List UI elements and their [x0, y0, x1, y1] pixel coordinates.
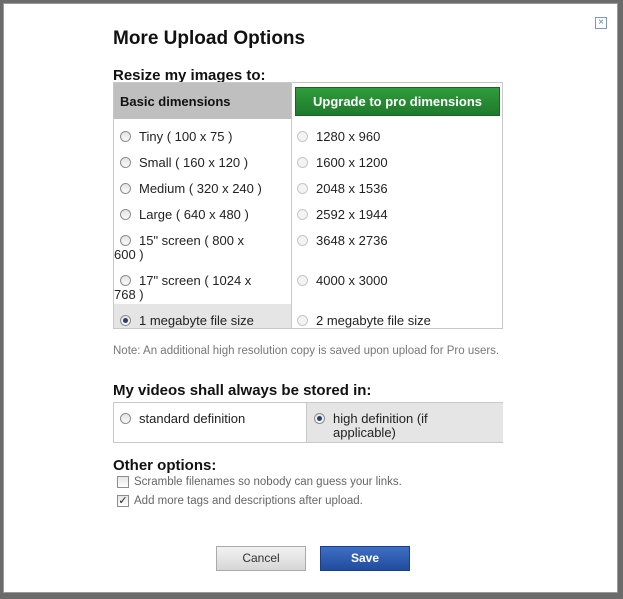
video-heading: My videos shall always be stored in:: [113, 382, 372, 399]
radio-standard-definition[interactable]: [120, 413, 131, 424]
tags-checkbox[interactable]: ✓: [117, 495, 129, 507]
option-label: 2 megabyte file size: [316, 313, 431, 328]
radio-small[interactable]: [120, 157, 131, 168]
radio-large[interactable]: [120, 209, 131, 220]
pro-note: Note: An additional high resolution copy…: [113, 345, 500, 357]
option-label: 1 megabyte file size: [139, 313, 254, 328]
dialog-title: More Upload Options: [113, 28, 306, 49]
option-label: 1600 x 1200: [316, 155, 388, 170]
radio-4000[interactable]: [297, 275, 308, 286]
radio-2048[interactable]: [297, 183, 308, 194]
save-button[interactable]: Save: [320, 546, 410, 571]
option-label: 2592 x 1944: [316, 207, 388, 222]
radio-medium[interactable]: [120, 183, 131, 194]
upgrade-pro-button[interactable]: Upgrade to pro dimensions: [295, 87, 500, 116]
option-label: 3648 x 2736: [316, 233, 388, 248]
radio-2592[interactable]: [297, 209, 308, 220]
other-options-heading: Other options:: [113, 457, 217, 474]
option-label: 4000 x 3000: [316, 273, 388, 288]
pro-dimensions-column: Upgrade to pro dimensions 1280 x 960 160…: [291, 83, 502, 328]
option-label: Small ( 160 x 120 ): [139, 155, 249, 170]
option-label: 17" screen ( 1024 x 768 ): [114, 273, 252, 302]
resize-options-table: Basic dimensions Tiny ( 100 x 75 ) Small…: [113, 82, 503, 329]
cancel-button[interactable]: Cancel: [216, 546, 306, 571]
radio-1600[interactable]: [297, 157, 308, 168]
radio-1280[interactable]: [297, 131, 308, 142]
scramble-checkbox[interactable]: [117, 476, 129, 488]
option-label: 2048 x 1536: [316, 181, 388, 196]
option-label: 15" screen ( 800 x 600 ): [114, 233, 245, 262]
tags-label: Add more tags and descriptions after upl…: [134, 495, 363, 507]
option-label: high definition (if applicable): [333, 411, 428, 440]
radio-tiny[interactable]: [120, 131, 131, 142]
option-label: Tiny ( 100 x 75 ): [139, 129, 233, 144]
option-label: Medium ( 320 x 240 ): [139, 181, 262, 196]
option-label: 1280 x 960: [316, 129, 381, 144]
radio-3648[interactable]: [297, 235, 308, 246]
basic-dimensions-column: Basic dimensions Tiny ( 100 x 75 ) Small…: [114, 83, 292, 328]
radio-high-definition[interactable]: [314, 413, 325, 424]
radio-1mb[interactable]: [120, 315, 131, 326]
radio-2mb[interactable]: [297, 315, 308, 326]
video-options-table: standard definition high definition (if …: [113, 402, 503, 443]
option-label: standard definition: [139, 411, 246, 426]
scramble-label: Scramble filenames so nobody can guess y…: [134, 476, 402, 488]
close-icon[interactable]: ×: [595, 17, 607, 29]
basic-dimensions-header: Basic dimensions: [114, 83, 291, 119]
option-label: Large ( 640 x 480 ): [139, 207, 249, 222]
upload-options-dialog: × More Upload Options Resize my images t…: [3, 3, 618, 593]
